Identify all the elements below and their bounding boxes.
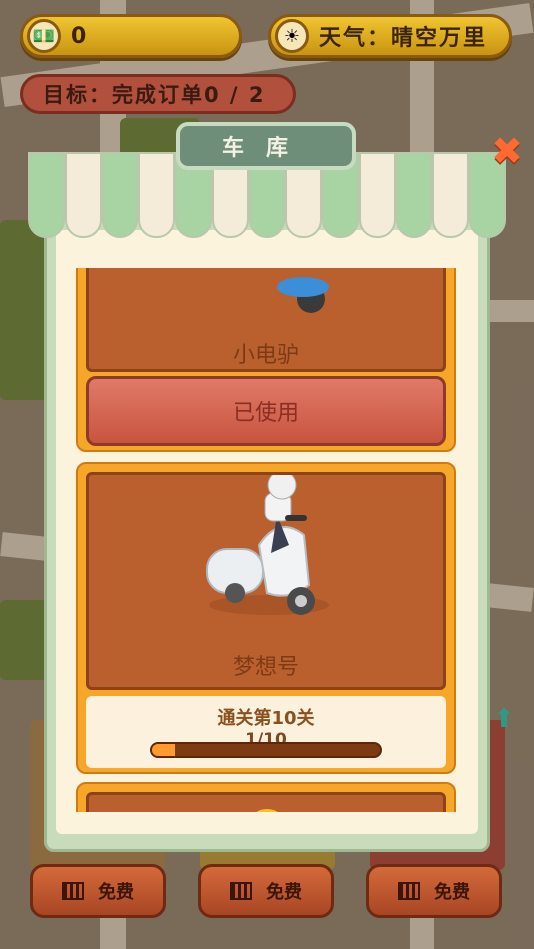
cash-icon: 💵 [27, 19, 61, 53]
unlock-progress: 通关第10关 1/10 [86, 696, 446, 768]
locked-vehicle-image [256, 809, 278, 812]
sidecar-scooter-image [206, 470, 329, 615]
free-label: 免费 [266, 882, 302, 903]
video-icon [62, 882, 84, 900]
vehicle-image: 梦想号 [86, 470, 446, 690]
vehicle-image: 小电驴 [86, 268, 446, 372]
video-icon [230, 882, 252, 900]
progress-bar-fill [152, 744, 175, 756]
money-value: 0 [71, 23, 89, 49]
goal-banner: 目标：完成订单0 / 2 [20, 74, 296, 114]
in-use-button[interactable]: 已使用 [86, 376, 446, 446]
vehicle-card-dream: 梦想号 通关第10关 1/10 [76, 462, 456, 774]
garage-title: 车库 [176, 122, 356, 170]
progress-bar [150, 742, 382, 758]
sun-icon: ☀ [275, 19, 309, 53]
vehicle-name: 小电驴 [232, 343, 299, 368]
vehicle-name: 梦想号 [232, 655, 299, 680]
vehicle-card-3 [76, 782, 456, 812]
vehicle-image [86, 792, 446, 812]
free-label: 免费 [434, 882, 470, 903]
money-counter: 💵 0 [20, 14, 242, 58]
vehicle-list[interactable]: 小电驴 已使用 梦想号 通关第10关 1/10 [76, 268, 456, 812]
home-arrow-icon[interactable]: ⬆ [489, 704, 519, 734]
unlock-requirement: 通关第10关 [217, 708, 315, 729]
free-button-1[interactable]: 免费 [30, 864, 166, 918]
video-icon [398, 882, 420, 900]
weather-text: 天气：晴空万里 [319, 26, 488, 51]
close-icon[interactable]: ✖ [490, 132, 524, 170]
free-button-3[interactable]: 免费 [366, 864, 502, 918]
free-button-2[interactable]: 免费 [198, 864, 334, 918]
vehicle-card-scooter: 小电驴 已使用 [76, 268, 456, 452]
weather-display: ☀ 天气：晴空万里 [268, 14, 512, 58]
free-label: 免费 [98, 882, 134, 903]
